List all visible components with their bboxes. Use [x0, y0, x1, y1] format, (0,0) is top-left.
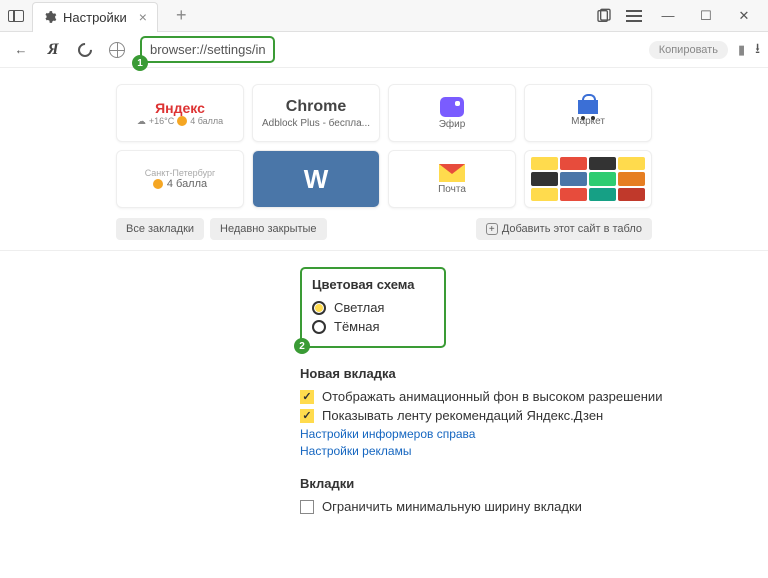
traffic-score: 4 балла — [153, 178, 207, 190]
toolbar: ← Я 1 Копировать ▮ ⭳ — [0, 32, 768, 68]
downloads-icon[interactable]: ⭳ — [755, 38, 760, 62]
tiles-footer: Все закладки Недавно закрытые +Добавить … — [116, 218, 652, 240]
market-icon — [578, 100, 598, 114]
color-scheme-section: Цветовая схема Светлая Тёмная 2 — [300, 267, 768, 348]
radio-label: Тёмная — [334, 319, 380, 334]
recently-closed-button[interactable]: Недавно закрытые — [210, 218, 327, 240]
minimize-button[interactable]: — — [656, 8, 680, 23]
new-tab-button[interactable]: + — [176, 5, 187, 26]
chrome-logo: Chrome — [286, 98, 346, 116]
tile-vk[interactable]: W — [252, 150, 380, 208]
bookmark-icon[interactable]: ▮ — [738, 42, 745, 58]
close-window-button[interactable]: ✕ — [732, 8, 756, 24]
radio-label: Светлая — [334, 300, 384, 315]
new-tab-area: Яндекс ☁ +16°C 4 балла Chrome Adblock Pl… — [0, 68, 768, 250]
back-button[interactable]: ← — [8, 37, 34, 63]
tile-collection[interactable] — [524, 150, 652, 208]
tile-chrome[interactable]: Chrome Adblock Plus - беспла... — [252, 84, 380, 142]
tile-label: Почта — [438, 184, 466, 195]
menu-icon[interactable] — [626, 10, 642, 22]
tile-spb[interactable]: Санкт-Петербург 4 балла — [116, 150, 244, 208]
titlebar: Настройки × + — ☐ ✕ — [0, 0, 768, 32]
tile-label: Adblock Plus - беспла... — [262, 118, 370, 129]
copy-button[interactable]: Копировать — [649, 41, 728, 59]
sidebar-toggle-icon[interactable] — [8, 10, 24, 22]
tile-market[interactable]: Маркет — [524, 84, 652, 142]
efir-icon — [440, 97, 464, 117]
tile-efir[interactable]: Эфир — [388, 84, 516, 142]
gear-icon — [43, 10, 57, 24]
vk-logo: W — [304, 164, 329, 195]
city-label: Санкт-Петербург — [145, 168, 216, 178]
tab-close-button[interactable]: × — [139, 9, 147, 25]
color-scheme-highlight: Цветовая схема Светлая Тёмная 2 — [300, 267, 446, 348]
radio-light[interactable]: Светлая — [312, 300, 414, 315]
speed-dial-tiles: Яндекс ☁ +16°C 4 балла Chrome Adblock Pl… — [116, 84, 652, 208]
annotation-badge-2: 2 — [294, 338, 310, 354]
checkbox-min-tab-width[interactable]: Ограничить минимальную ширину вкладки — [300, 499, 768, 514]
section-title: Вкладки — [300, 476, 768, 491]
address-bar[interactable] — [140, 36, 275, 63]
library-icon[interactable] — [596, 8, 612, 24]
checkbox-label: Показывать ленту рекомендаций Яндекс.Дзе… — [322, 408, 603, 423]
yandex-home-button[interactable]: Я — [40, 37, 66, 63]
tab-title: Настройки — [63, 10, 127, 25]
link-ads[interactable]: Настройки рекламы — [300, 444, 768, 458]
url-box: 1 — [140, 36, 275, 63]
annotation-badge-1: 1 — [132, 55, 148, 71]
checkbox-icon — [300, 409, 314, 423]
radio-icon — [312, 320, 326, 334]
checkbox-icon — [300, 390, 314, 404]
tile-label: Эфир — [439, 119, 466, 130]
section-title: Новая вкладка — [300, 366, 768, 381]
plus-icon: + — [486, 223, 498, 235]
yandex-weather: ☁ +16°C 4 балла — [137, 116, 223, 127]
reload-button[interactable] — [72, 37, 98, 63]
link-informers[interactable]: Настройки информеров справа — [300, 427, 768, 441]
tile-label: Маркет — [571, 116, 605, 127]
radio-dark[interactable]: Тёмная — [312, 319, 414, 334]
maximize-button[interactable]: ☐ — [694, 8, 718, 24]
radio-icon — [312, 301, 326, 315]
site-info-icon[interactable] — [104, 37, 130, 63]
settings-panel: Цветовая схема Светлая Тёмная 2 Новая вк… — [0, 250, 768, 514]
checkbox-label: Ограничить минимальную ширину вкладки — [322, 499, 582, 514]
add-site-button[interactable]: +Добавить этот сайт в табло — [476, 218, 652, 240]
tabs-section: Вкладки Ограничить минимальную ширину вк… — [300, 476, 768, 514]
tile-yandex[interactable]: Яндекс ☁ +16°C 4 балла — [116, 84, 244, 142]
mail-icon — [439, 164, 465, 182]
yandex-logo: Яндекс — [155, 100, 205, 116]
checkbox-animated-bg[interactable]: Отображать анимационный фон в высоком ра… — [300, 389, 768, 404]
tile-mail[interactable]: Почта — [388, 150, 516, 208]
all-bookmarks-button[interactable]: Все закладки — [116, 218, 204, 240]
new-tab-section: Новая вкладка Отображать анимационный фо… — [300, 366, 768, 458]
browser-tab[interactable]: Настройки × — [32, 2, 158, 32]
checkbox-label: Отображать анимационный фон в высоком ра… — [322, 389, 662, 404]
checkbox-icon — [300, 500, 314, 514]
section-title: Цветовая схема — [312, 277, 414, 292]
checkbox-zen-feed[interactable]: Показывать ленту рекомендаций Яндекс.Дзе… — [300, 408, 768, 423]
